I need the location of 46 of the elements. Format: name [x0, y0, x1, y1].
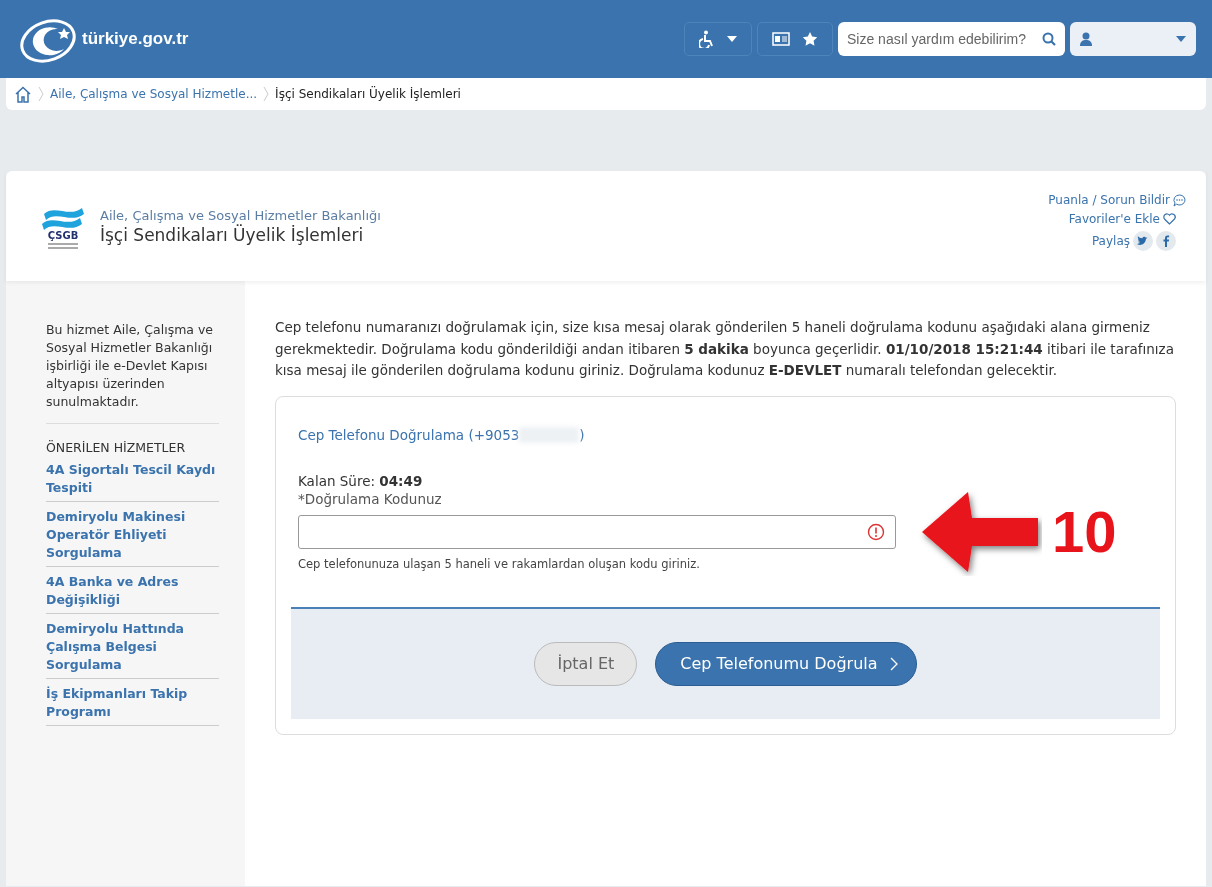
- action-link[interactable]: Puanla / Sorun Bildir: [1048, 193, 1170, 207]
- section-heading: ÖNERİLEN HİZMETLER: [46, 439, 187, 455]
- remaining-time: Kalan Süre: 04:49: [297, 471, 424, 489]
- recommended-service-link[interactable]: Demiryolu Hattında Çalışma Belgesi Sorgulama: [46, 618, 219, 679]
- facebook-icon[interactable]: [1156, 231, 1176, 251]
- ministry-logo-drawing: ÇSGB: [40, 203, 86, 249]
- annotation-number: 10: [1052, 498, 1117, 565]
- ministry-name: Aile, Çalışma ve Sosyal Hizmetler Bakanlığı: [100, 207, 382, 223]
- recommended-service-link[interactable]: 4A Sigortalı Tescil Kaydı Tespiti: [46, 459, 219, 502]
- recommended-service-link[interactable]: Demiryolu Makinesi Operatör Ehliyeti Sorgulama: [46, 506, 219, 567]
- panel-title-end: ): [579, 426, 585, 443]
- chevron-right-icon: [889, 656, 898, 671]
- recommended-service-link[interactable]: 4A Banka ve Adres Değişikliği: [46, 571, 219, 614]
- accessibility-button[interactable]: [684, 22, 752, 56]
- service-description: Bu hizmet Aile, Çalışma ve Sosyal Hizmetler Bakanlığı işbirliği ile e-Devlet Kapısı altyapısı üzerinden sunulmaktadır.: [46, 321, 219, 424]
- user-icon: [1080, 32, 1092, 46]
- instruction-text: Cep telefonu numaranızı doğrulamak için, size kısa mesaj olarak gönderilen 5 haneli doğrulama kodunu aşağıdaki alana girmeniz gerekmektedir. Doğrulama kodu gönderildiği andan itibaren 5 dakika boyunca geçerlidir. 01/10/2018 15:21:44 itibari ile tarafınıza kısa mesaj ile gönderilen doğrulama kodunu giriniz. Doğrulama kodunuz E-DEVLET numaralı telefondan gelecektir.: [275, 318, 1175, 380]
- twitter-icon[interactable]: [1133, 231, 1153, 251]
- caret-icon: [727, 36, 737, 42]
- breadcrumb-item: İşçi Sendikaları Üyelik İşlemleri: [275, 87, 461, 101]
- panel-title: Cep Telefonu Doğrulama (+9053: [298, 426, 520, 443]
- wheelchair-icon: [699, 30, 715, 48]
- recommended-service-link[interactable]: İş Ekipmanları Takip Programı: [46, 683, 219, 726]
- action-link[interactable]: Paylaş: [1091, 234, 1130, 248]
- breadcrumb-item[interactable]: Aile, Çalışma ve Sosyal Hizmetle...: [50, 87, 258, 101]
- verification-code-field[interactable]: [298, 514, 896, 549]
- action-link[interactable]: Favoriler'e Ekle: [1068, 212, 1160, 226]
- service-title: İşçi Sendikaları Üyelik İşlemleri: [100, 224, 365, 245]
- verify-button[interactable]: Cep Telefonumu Doğrula: [655, 641, 917, 686]
- heart-icon: [1163, 213, 1176, 225]
- field-label: *Doğrulama Kodunuz: [297, 489, 443, 507]
- caret-icon: [1176, 36, 1186, 42]
- chevron-right-icon: [263, 86, 270, 102]
- id-card-favorites-button[interactable]: [757, 22, 833, 56]
- star-icon: [802, 31, 818, 47]
- chevron-right-icon: [38, 86, 44, 102]
- site-logo-text[interactable]: türkiye.gov.tr: [82, 29, 189, 49]
- cancel-button[interactable]: İptal Et: [534, 641, 638, 686]
- id-card-icon: [772, 32, 790, 46]
- user-menu-button[interactable]: [1070, 22, 1196, 56]
- help-text: Cep telefonunuza ulaşan 5 haneli ve rakamlardan oluşan kodu giriniz.: [297, 556, 701, 573]
- search-field[interactable]: Size nasıl yardım edebilirim?: [838, 22, 1065, 56]
- search-icon: [1042, 32, 1056, 46]
- home-icon[interactable]: [14, 85, 32, 103]
- chat-bubble-icon: [1173, 193, 1186, 207]
- error-icon: [867, 522, 885, 541]
